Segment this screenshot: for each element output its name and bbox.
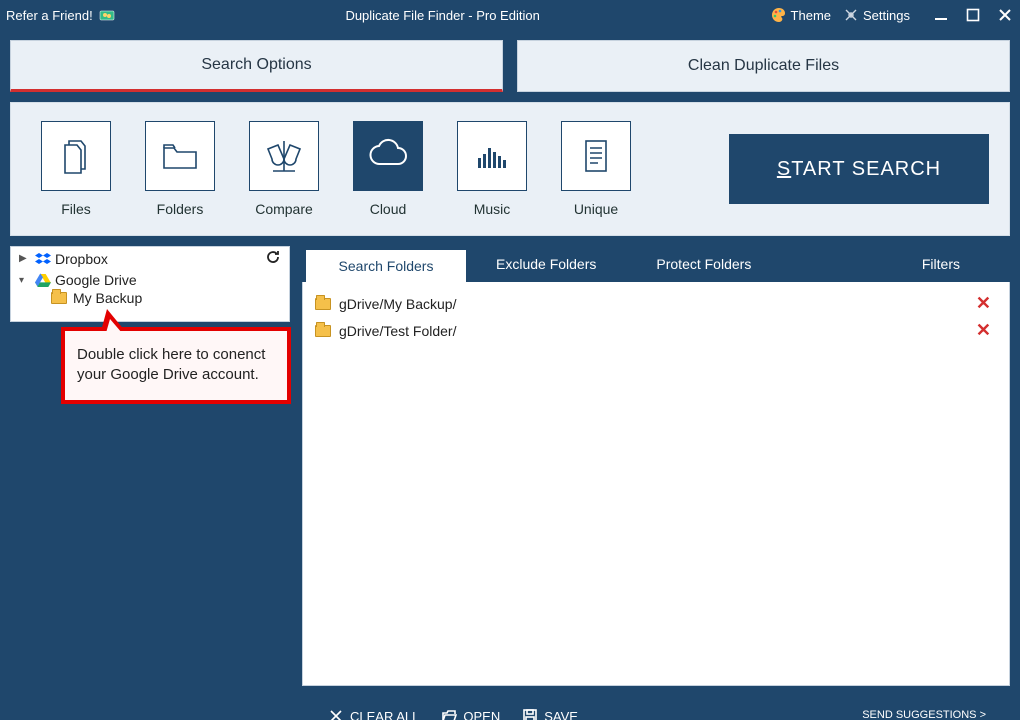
hint-callout-text: Double click here to conenct your Google… [77, 346, 265, 383]
send-suggestions-link[interactable]: SEND SUGGESTIONS > [862, 709, 986, 720]
remove-folder-button[interactable]: ✕ [976, 320, 991, 341]
tool-music-label: Music [447, 201, 537, 217]
folder-icon [51, 292, 67, 304]
list-item-path: gDrive/Test Folder/ [339, 323, 976, 339]
tool-files-label: Files [31, 201, 121, 217]
open-rest: PEN [474, 709, 501, 720]
clear-all-rest: LEAR ALL [359, 709, 419, 720]
open-icon [441, 708, 457, 720]
tool-row: Files Folders Compare Cloud Music Unique… [10, 102, 1010, 236]
tool-cloud[interactable] [353, 121, 423, 191]
tree-item-google-drive-label: Google Drive [55, 272, 281, 288]
start-search-underline: S [777, 158, 791, 180]
titlebar: Refer a Friend! Duplicate File Finder - … [0, 0, 1020, 30]
tab-clean-duplicates[interactable]: Clean Duplicate Files [517, 40, 1010, 92]
open-underline: O [463, 709, 473, 720]
chevron-right-icon: ▶ [19, 253, 31, 264]
subtab-exclude-folders-label: Exclude Folders [496, 256, 596, 272]
footer-bar: CLEAR ALL OPEN SAVE SEND SUGGESTIONS > [314, 694, 1000, 720]
subtab-search-folders[interactable]: Search Folders [306, 250, 466, 282]
app-title: Duplicate File Finder - Pro Edition [115, 8, 771, 23]
tab-search-options-label: Search Options [201, 56, 311, 74]
list-item: gDrive/My Backup/ ✕ [313, 290, 999, 317]
tool-cloud-label: Cloud [343, 201, 433, 217]
subtab-filters-label: Filters [922, 256, 960, 272]
tree-item-dropbox-label: Dropbox [55, 251, 261, 267]
refer-friend-link[interactable]: Refer a Friend! [6, 7, 115, 23]
subtab-exclude-folders[interactable]: Exclude Folders [466, 246, 626, 282]
clear-all-underline: C [350, 709, 359, 720]
save-rest: AVE [553, 709, 578, 720]
tool-unique-label: Unique [551, 201, 641, 217]
close-button[interactable] [996, 6, 1014, 24]
tree-item-my-backup-label: My Backup [73, 290, 142, 306]
settings-icon [843, 7, 859, 23]
main-area: ▶ Dropbox ▾ Google Drive My Backup [0, 246, 1020, 720]
refer-friend-label: Refer a Friend! [6, 8, 93, 23]
start-search-button[interactable]: START SEARCH [729, 134, 989, 204]
hint-callout: Double click here to conenct your Google… [61, 327, 291, 404]
open-button[interactable]: OPEN [441, 708, 500, 720]
main-tabs: Search Options Clean Duplicate Files [0, 30, 1020, 92]
save-underline: S [544, 709, 553, 720]
theme-icon [771, 7, 787, 23]
remove-folder-button[interactable]: ✕ [976, 293, 991, 314]
maximize-button[interactable] [964, 6, 982, 24]
tree-item-google-drive[interactable]: ▾ Google Drive [11, 270, 289, 290]
google-drive-icon [35, 272, 51, 288]
theme-button[interactable]: Theme [771, 7, 831, 23]
start-search-rest: TART SEARCH [791, 158, 941, 180]
tool-compare[interactable] [249, 121, 319, 191]
tree-item-my-backup[interactable]: My Backup [11, 290, 289, 306]
tab-clean-duplicates-label: Clean Duplicate Files [688, 57, 839, 75]
clear-all-button[interactable]: CLEAR ALL [328, 708, 419, 720]
tool-unique[interactable] [561, 121, 631, 191]
folder-icon [315, 325, 331, 337]
send-suggestions-label: SEND SUGGESTIONS > [862, 709, 986, 720]
subtab-bar: Search Folders Exclude Folders Protect F… [302, 246, 1010, 282]
save-icon [522, 708, 538, 720]
list-item-path: gDrive/My Backup/ [339, 296, 976, 312]
tab-search-options[interactable]: Search Options [10, 40, 503, 92]
refresh-button[interactable] [265, 249, 281, 268]
tool-files[interactable] [41, 121, 111, 191]
settings-label: Settings [863, 8, 910, 23]
list-item: gDrive/Test Folder/ ✕ [313, 317, 999, 344]
search-folders-list: gDrive/My Backup/ ✕ gDrive/Test Folder/ … [302, 282, 1010, 686]
dropbox-icon [35, 251, 51, 267]
tree-item-dropbox[interactable]: ▶ Dropbox [11, 247, 289, 270]
minimize-button[interactable] [932, 6, 950, 24]
save-button[interactable]: SAVE [522, 708, 578, 720]
refer-friend-icon [99, 7, 115, 23]
subtab-filters[interactable]: Filters [872, 246, 1010, 282]
clear-icon [328, 708, 344, 720]
subtab-protect-folders-label: Protect Folders [656, 256, 751, 272]
subtab-search-folders-label: Search Folders [339, 258, 434, 274]
folder-icon [315, 298, 331, 310]
tool-compare-label: Compare [239, 201, 329, 217]
theme-label: Theme [791, 8, 831, 23]
tool-folders[interactable] [145, 121, 215, 191]
settings-button[interactable]: Settings [843, 7, 910, 23]
chevron-down-icon: ▾ [19, 275, 31, 286]
subtab-protect-folders[interactable]: Protect Folders [626, 246, 781, 282]
cloud-tree: ▶ Dropbox ▾ Google Drive My Backup [10, 246, 290, 322]
tool-folders-label: Folders [135, 201, 225, 217]
tool-music[interactable] [457, 121, 527, 191]
